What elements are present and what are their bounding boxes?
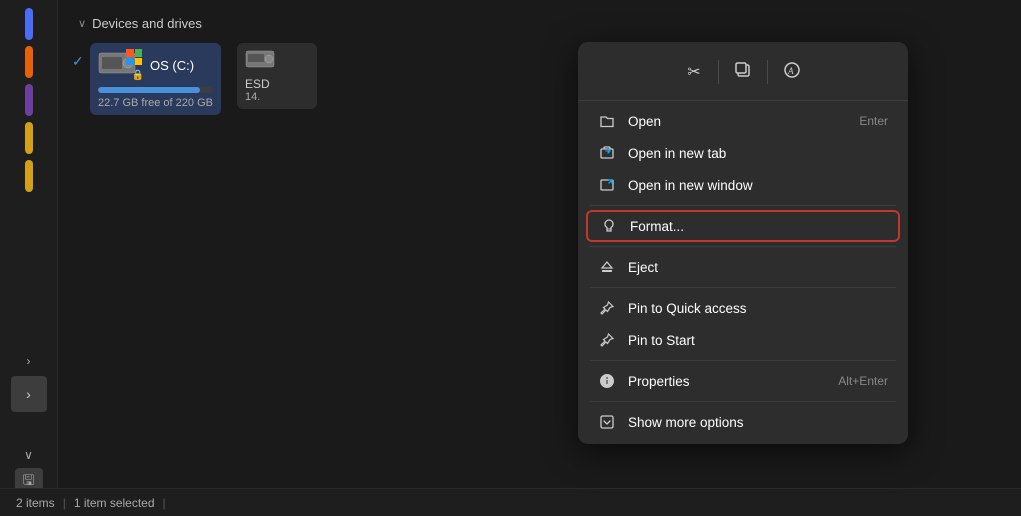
pin-start-icon [598,331,616,349]
cut-icon: ✂ [687,62,700,82]
menu-sep-5 [590,401,896,402]
drive-esd-name: ESD [245,77,309,91]
context-menu-toolbar: ✂ A [578,48,908,101]
drive-esd-size: 14. [245,91,309,103]
main-content: ∨ Devices and drives ✓ [58,0,1021,488]
open-new-tab-label: Open in new tab [628,146,888,161]
drive-esd-item[interactable]: ESD 14. [237,43,317,109]
open-new-tab-icon [598,144,616,162]
properties-shortcut: Alt+Enter [838,374,888,388]
eject-icon [598,258,616,276]
svg-text:A: A [787,66,794,76]
status-sep-1: | [63,496,66,510]
rename-icon: A [783,61,801,84]
drive-c-progress-bar [98,87,213,93]
copy-icon [734,61,752,84]
pin-quick-label: Pin to Quick access [628,301,888,316]
menu-sep-3 [590,287,896,288]
drive-c-info: 22.7 GB free of 220 GB [98,97,213,109]
sidebar-accent-blue [25,8,33,40]
sidebar-expand-arrow[interactable]: › [19,350,39,372]
sidebar-accent-yellow [25,122,33,154]
show-more-icon [598,413,616,431]
eject-menu-item[interactable]: Eject [582,251,904,283]
status-bar: 2 items | 1 item selected | [0,488,1021,516]
eject-label: Eject [628,260,888,275]
drive-esd-icon [245,49,279,73]
format-menu-item[interactable]: Format... [586,210,900,242]
pin-quick-icon [598,299,616,317]
pin-start-label: Pin to Start [628,333,888,348]
pin-quick-access-menu-item[interactable]: Pin to Quick access [582,292,904,324]
drive-c-name: OS (C:) [150,58,194,73]
section-header: ∨ Devices and drives [78,16,1001,31]
status-selected: 1 item selected [74,496,155,510]
cut-button[interactable]: ✂ [676,54,712,90]
status-items-count: 2 items [16,496,55,510]
sidebar-bottom-arrow[interactable]: ∨ [16,444,41,466]
open-menu-item[interactable]: Open Enter [582,105,904,137]
lock-icon: 🔒 [132,70,144,81]
sidebar: › › ∨ 🖫 [0,0,58,516]
open-shortcut: Enter [859,114,888,128]
drive-c-icon-wrapper: 🔒 [98,49,142,81]
menu-sep-2 [590,246,896,247]
sidebar-accent-purple [25,84,33,116]
properties-label: Properties [628,374,826,389]
format-icon [600,217,618,235]
drive-c-checkmark: ✓ [72,53,84,70]
open-new-window-menu-item[interactable]: Open in new window [582,169,904,201]
open-new-window-label: Open in new window [628,178,888,193]
open-icon [598,112,616,130]
drive-c-item[interactable]: 🔒 OS (C:) 22.7 GB free of 220 GB [90,43,221,115]
drive-c-wrapper: ✓ [90,43,221,115]
sidebar-accent-yellow2 [25,160,33,192]
toolbar-sep-2 [767,60,768,84]
menu-sep-1 [590,205,896,206]
show-more-label: Show more options [628,415,888,430]
sidebar-expand-btn[interactable]: › [11,376,47,412]
esd-hdd-svg [245,49,277,71]
expand-icon: › [26,386,31,402]
open-new-tab-menu-item[interactable]: Open in new tab [582,137,904,169]
properties-menu-item[interactable]: Properties Alt+Enter [582,365,904,397]
toolbar-sep-1 [718,60,719,84]
show-more-options-menu-item[interactable]: Show more options [582,406,904,438]
menu-sep-4 [590,360,896,361]
copy-button[interactable] [725,54,761,90]
properties-icon [598,372,616,390]
section-title: Devices and drives [92,16,202,31]
section-chevron: ∨ [78,17,86,30]
drive-c-icon: 🔒 [98,49,142,81]
status-sep-2: | [163,496,166,510]
format-label: Format... [630,219,886,234]
open-new-window-icon [598,176,616,194]
windows-logo [126,49,142,65]
context-menu: ✂ A [578,42,908,444]
sidebar-accent-orange [25,46,33,78]
open-label: Open [628,114,847,129]
rename-button[interactable]: A [774,54,810,90]
pin-start-menu-item[interactable]: Pin to Start [582,324,904,356]
drive-c-progress-fill [98,87,200,93]
